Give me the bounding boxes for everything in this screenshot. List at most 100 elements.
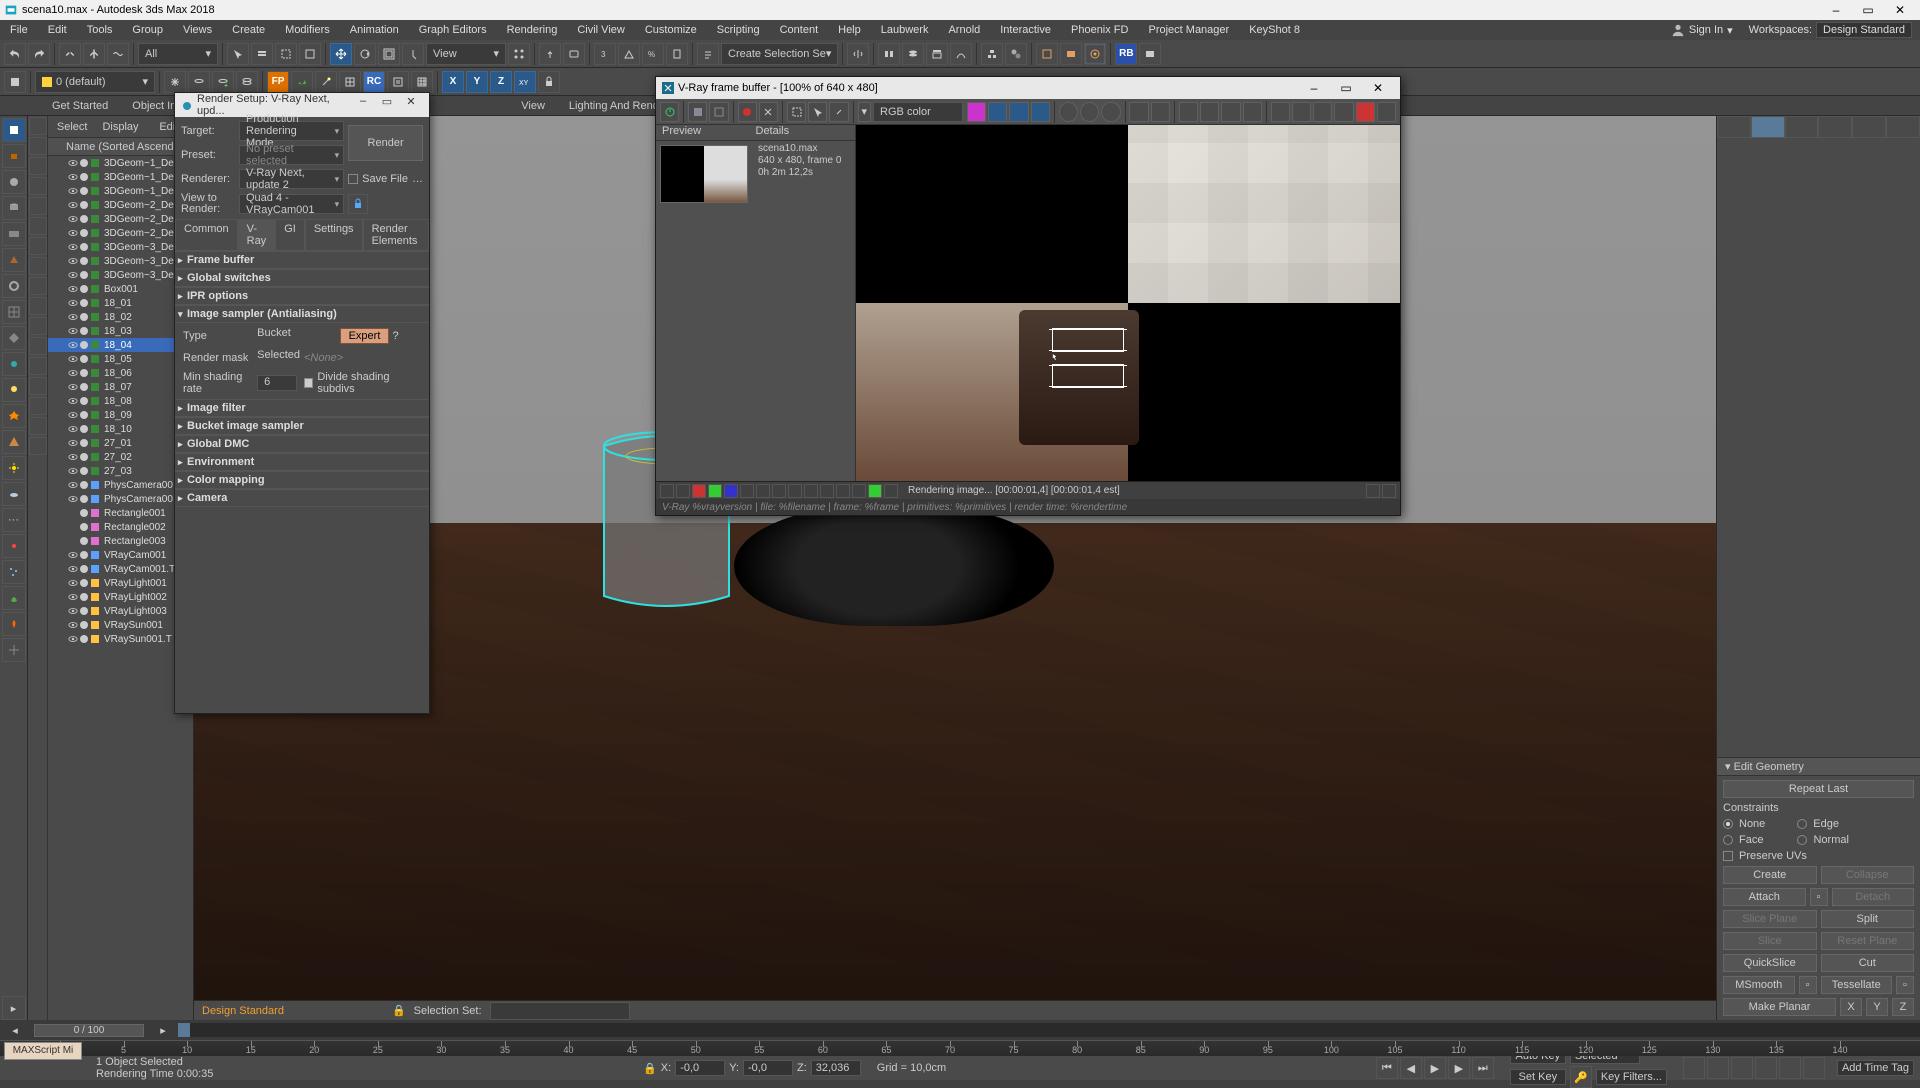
- vfb-lut-button[interactable]: [1334, 102, 1353, 122]
- vfb-save-button[interactable]: [688, 102, 707, 122]
- undo-button[interactable]: [4, 43, 26, 65]
- vfb-bucket-button[interactable]: [1377, 102, 1396, 122]
- scene-explorer-row[interactable]: 3DGeom~1_De: [48, 156, 193, 170]
- rs-savefile-checkbox[interactable]: [348, 174, 358, 184]
- freeze-icon[interactable]: [80, 229, 88, 237]
- se-light-icon[interactable]: [29, 237, 47, 255]
- vfb-clear-button[interactable]: [759, 102, 778, 122]
- visibility-icon[interactable]: [68, 410, 78, 420]
- palette-cylinder-icon[interactable]: [2, 196, 26, 220]
- percent-snap-button[interactable]: %: [642, 43, 664, 65]
- viewnav-pan-button[interactable]: [1683, 1057, 1705, 1079]
- planar-y-button[interactable]: Y: [1866, 998, 1888, 1016]
- palette-sphere-icon[interactable]: [2, 170, 26, 194]
- vfb-sb-b[interactable]: [1382, 484, 1396, 498]
- palette-cloud-icon[interactable]: [2, 482, 26, 506]
- select-place-button[interactable]: [402, 43, 424, 65]
- freeze-icon[interactable]: [80, 159, 88, 167]
- repeatlast-button[interactable]: Repeat Last: [1723, 780, 1914, 798]
- roll-camera[interactable]: Camera: [175, 489, 429, 507]
- select-manipulate-button[interactable]: [539, 43, 561, 65]
- scene-explorer-row[interactable]: Rectangle001: [48, 506, 193, 520]
- vfb-trackmouse-button[interactable]: [808, 102, 827, 122]
- vfb-b-channel[interactable]: [1101, 102, 1120, 122]
- vfb-pixel-button[interactable]: [1243, 102, 1262, 122]
- render-last-button[interactable]: [1139, 43, 1161, 65]
- rs-tab-gi[interactable]: GI: [275, 219, 305, 251]
- vfb-maximize-button[interactable]: ▭: [1330, 78, 1362, 98]
- menu-laubwerk[interactable]: Laubwerk: [871, 20, 939, 40]
- scene-explorer-row[interactable]: PhysCamera00: [48, 478, 193, 492]
- tessellate-settings-button[interactable]: ▫: [1896, 976, 1914, 994]
- palette-gizmo-icon[interactable]: [2, 638, 26, 662]
- vfb-stop2-button[interactable]: [1356, 102, 1375, 122]
- schematic-view-button[interactable]: [981, 43, 1003, 65]
- scene-explorer-row[interactable]: VRayLight002: [48, 590, 193, 604]
- timeline-track[interactable]: [178, 1023, 1920, 1037]
- scene-explorer-row[interactable]: 18_01: [48, 296, 193, 310]
- vfb-sb-12[interactable]: [884, 484, 898, 498]
- vfb-sb-a[interactable]: [1366, 484, 1380, 498]
- se-refresh-icon[interactable]: [29, 357, 47, 375]
- vfb-sb-4[interactable]: [756, 484, 770, 498]
- freeze-icon[interactable]: [80, 411, 88, 419]
- create-button[interactable]: Create: [1723, 866, 1817, 884]
- scene-explorer-row[interactable]: 18_04: [48, 338, 193, 352]
- visibility-icon[interactable]: [68, 634, 78, 644]
- select-move-button[interactable]: [330, 43, 352, 65]
- vfb-power-icon[interactable]: [660, 102, 679, 122]
- layer-selector[interactable]: 0 (default)▾: [35, 71, 155, 93]
- visibility-icon[interactable]: [68, 592, 78, 602]
- scene-explorer-row[interactable]: 3DGeom~1_De: [48, 184, 193, 198]
- cut-button[interactable]: Cut: [1821, 954, 1915, 972]
- minimize-button[interactable]: –: [1820, 0, 1852, 20]
- selection-lock-icon[interactable]: 🔒: [392, 1004, 406, 1017]
- visibility-icon[interactable]: [68, 256, 78, 266]
- align-button[interactable]: [878, 43, 900, 65]
- palette-teapot-icon[interactable]: [2, 144, 26, 168]
- menu-create[interactable]: Create: [222, 20, 275, 40]
- se-minus-icon[interactable]: [29, 397, 47, 415]
- rs-tab-common[interactable]: Common: [175, 219, 238, 251]
- roll-ipr[interactable]: IPR options: [175, 287, 429, 305]
- palette-misc-icon[interactable]: ···: [2, 508, 26, 532]
- rs-minimize-button[interactable]: –: [351, 95, 375, 115]
- visibility-icon[interactable]: [68, 368, 78, 378]
- visibility-icon[interactable]: [68, 326, 78, 336]
- planar-x-button[interactable]: X: [1840, 998, 1862, 1016]
- visibility-icon[interactable]: [68, 200, 78, 210]
- scene-explorer-row[interactable]: 18_10: [48, 422, 193, 436]
- rs-lock-view-button[interactable]: [348, 194, 368, 214]
- palette-triangle-icon[interactable]: [2, 430, 26, 454]
- coord-z-input[interactable]: 32,036: [811, 1060, 861, 1076]
- visibility-icon[interactable]: [68, 158, 78, 168]
- visibility-icon[interactable]: [68, 550, 78, 560]
- se-layer-icon[interactable]: [29, 197, 47, 215]
- palette-grid-icon[interactable]: [2, 300, 26, 324]
- freeze-icon[interactable]: [80, 565, 88, 573]
- freeze-icon[interactable]: [80, 313, 88, 321]
- rs-render-button[interactable]: Render: [348, 125, 423, 161]
- minshading-input[interactable]: 6: [257, 375, 297, 391]
- freeze-icon[interactable]: [80, 621, 88, 629]
- vfb-link-button[interactable]: [829, 102, 848, 122]
- sampler-help-button[interactable]: ?: [392, 330, 398, 342]
- viewnav-zoomall-button[interactable]: [1731, 1057, 1753, 1079]
- select-scale-button[interactable]: [378, 43, 400, 65]
- freeze-icon[interactable]: [80, 327, 88, 335]
- roll-colormapping[interactable]: Color mapping: [175, 471, 429, 489]
- vfb-sb-11[interactable]: [868, 484, 882, 498]
- spreadsheet-button[interactable]: [411, 71, 433, 93]
- freeze-icon[interactable]: [80, 243, 88, 251]
- menu-views[interactable]: Views: [173, 20, 222, 40]
- palette-torus-icon[interactable]: [2, 274, 26, 298]
- vfb-sb-2[interactable]: [676, 484, 690, 498]
- menu-phoenixfd[interactable]: Phoenix FD: [1061, 20, 1138, 40]
- cmdpanel-modify-tab[interactable]: [1751, 116, 1785, 138]
- constraint-x-button[interactable]: X: [442, 71, 464, 93]
- scene-explorer-row[interactable]: 27_02: [48, 450, 193, 464]
- freeze-icon[interactable]: [80, 467, 88, 475]
- vfb-srgb-button[interactable]: [1292, 102, 1311, 122]
- freeze-icon[interactable]: [80, 257, 88, 265]
- menu-scripting[interactable]: Scripting: [707, 20, 770, 40]
